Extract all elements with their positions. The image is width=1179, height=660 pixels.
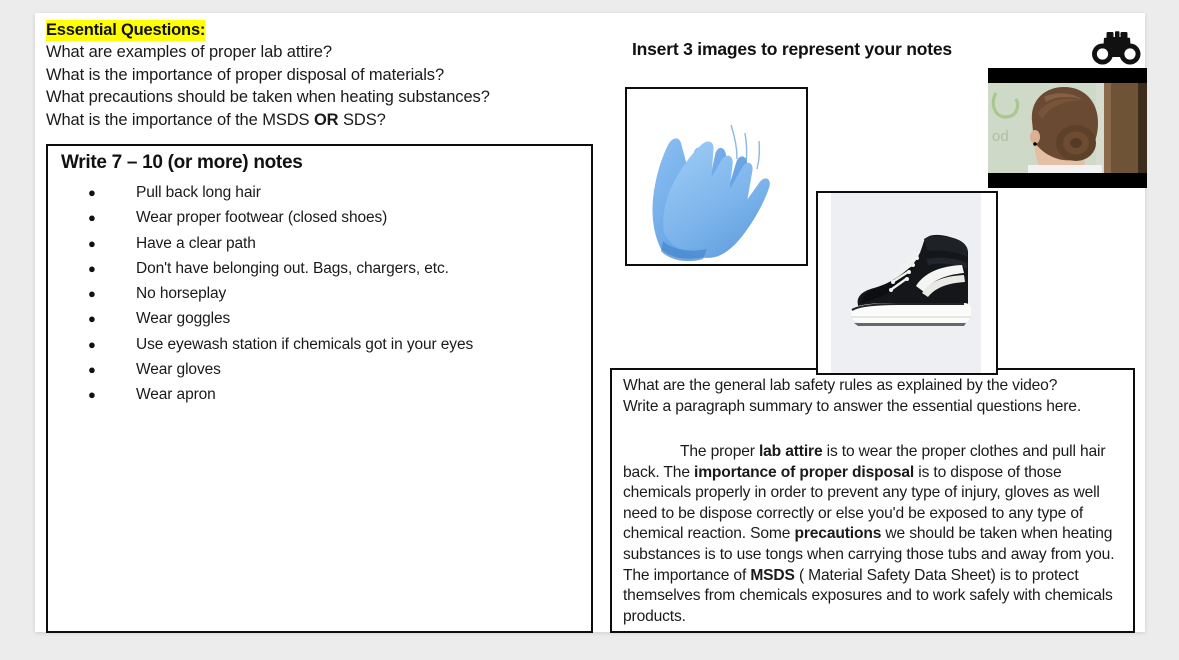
list-item-label: Wear goggles [136,310,231,328]
bullet-icon: ● [88,260,96,276]
bullet-icon: ● [88,235,96,251]
list-item-label: Don't have belonging out. Bags, chargers… [136,259,449,277]
essential-question-2: What is the importance of proper disposa… [46,65,445,84]
eq4-pre: What is the importance of the MSDS [46,110,314,129]
notes-list: ● Pull back long hair ● Wear proper footwea… [61,180,576,408]
paragraph-bold-term: precautions [794,525,882,543]
list-item: ● Have a clear path [61,231,576,256]
binoculars-icon [1089,29,1143,69]
list-item: ● Use eyewash station if chemicals got in… [61,332,576,357]
paragraph-run: The proper [680,443,759,460]
list-item-label: Wear gloves [136,361,221,379]
bullet-icon: ● [88,185,96,200]
video-frame-content: od [988,83,1147,173]
list-item: ● Wear apron [61,382,576,407]
paragraph-bold-term: importance of proper disposal [694,463,915,481]
paragraph-prompt: What are the general lab safety rules as… [623,376,1081,417]
paragraph-answer-text[interactable]: The proper lab attire is to wear the pro… [623,442,1118,627]
list-item: ● No horseplay [61,281,576,306]
paragraph-bold-term: MSDS [750,566,795,584]
paragraph-bold-term: lab attire [758,443,823,460]
blue-nitrile-gloves-photo [627,89,806,264]
list-item-label: Have a clear path [136,234,256,252]
slide-canvas: Essential Questions: What are examples o… [35,13,1147,633]
bullet-icon: ● [88,387,96,403]
image-frame-shoe[interactable] [816,191,998,375]
essential-question-4: What is the importance of the MSDS OR SD… [46,109,606,132]
insert-images-heading: Insert 3 images to represent your notes [632,39,952,59]
list-item: ● Pull back long hair [61,180,576,205]
list-item-label: Pull back long hair [136,184,261,201]
list-item-label: Use eyewash station if chemicals got in … [136,335,474,353]
video-thumbnail-hair-in-bun[interactable]: od [988,68,1147,188]
notes-box-title: Write 7 – 10 (or more) notes [61,152,303,173]
essential-questions-block: Essential Questions: What are examples o… [46,20,606,131]
bullet-icon: ● [88,286,96,302]
list-item: ● Wear gloves [61,357,576,382]
list-item-label: No horseplay [136,285,227,303]
eq4-or: OR [313,110,339,129]
bullet-icon: ● [88,311,96,327]
bullet-icon: ● [88,336,96,352]
essential-question-3: What precautions should be taken when he… [46,88,490,106]
svg-text:od: od [992,128,1009,145]
bullet-icon: ● [88,362,96,378]
paragraph-answer-box[interactable]: What are the general lab safety rules as… [610,368,1135,633]
paragraph-prompt-line-1: What are the general lab safety rules as… [623,377,1058,394]
paragraph-prompt-line-2: Write a paragraph summary to answer the … [623,397,1082,415]
list-item: ● Wear proper footwear (closed shoes) [61,205,576,230]
image-frame-gloves[interactable] [625,87,808,266]
black-high-top-sneaker-photo [818,193,996,373]
list-item: ● Wear goggles [61,306,576,331]
list-item-label: Wear apron [136,386,216,404]
bullet-icon: ● [88,210,96,226]
eq4-post: SDS? [338,110,386,129]
notes-box[interactable]: Write 7 – 10 (or more) notes ● Pull back … [46,144,593,633]
essential-question-1: What are examples of proper lab attire? [46,43,332,61]
list-item-label: Wear proper footwear (closed shoes) [136,209,388,227]
list-item: ● Don't have belonging out. Bags, charger… [61,256,576,281]
essential-questions-heading: Essential Questions: [46,20,206,41]
